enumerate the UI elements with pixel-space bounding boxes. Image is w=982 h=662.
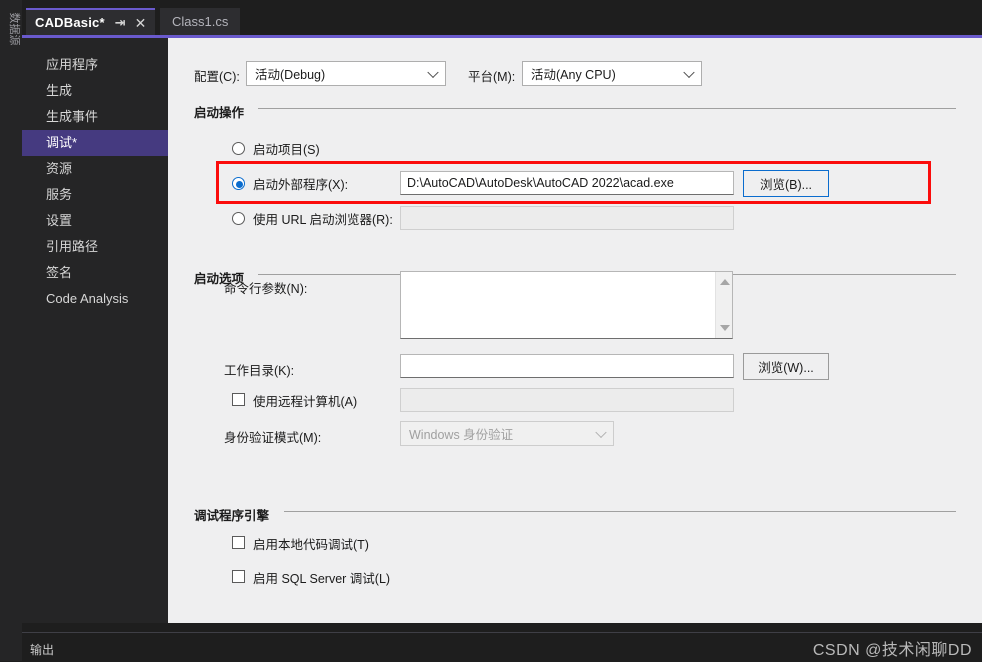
sidebar-item-application[interactable]: 应用程序: [22, 52, 168, 78]
sidebar-item-label: 服务: [46, 187, 73, 202]
tab-cadbasic-label: CADBasic*: [35, 15, 105, 30]
start-browser-url-radio[interactable]: [232, 212, 245, 225]
sidebar-item-label: 生成: [46, 83, 73, 98]
start-browser-url-label: 使用 URL 启动浏览器(R):: [253, 213, 393, 227]
data-sources-dock-label[interactable]: 数据源: [7, 1, 21, 57]
output-panel-label[interactable]: 输出: [30, 641, 54, 658]
output-panel: 输出 CSDN @技术闲聊DD: [22, 632, 982, 662]
command-args-textarea[interactable]: [400, 271, 733, 339]
project-properties-window: 应用程序 生成 生成事件 调试* 资源 服务 设置 引用路径 签名 Code A…: [22, 35, 982, 623]
chevron-down-icon: [683, 66, 695, 78]
bottom-left-dock-filler: [0, 632, 22, 661]
configuration-combobox-value: 活动(Debug): [255, 68, 326, 82]
configuration-label: 配置(C):: [194, 70, 240, 84]
sidebar-item-services[interactable]: 服务: [22, 182, 168, 208]
browse-working-directory-button[interactable]: 浏览(W)...: [743, 353, 829, 380]
pin-icon[interactable]: ⇥: [115, 16, 126, 29]
command-args-scrollbar[interactable]: [715, 272, 732, 338]
start-external-program-radio[interactable]: [232, 177, 245, 190]
configuration-row: 配置(C): 活动(Debug) 平台(M): 活动(Any CPU): [194, 61, 934, 87]
sidebar-item-build-events[interactable]: 生成事件: [22, 104, 168, 130]
sidebar-item-settings[interactable]: 设置: [22, 208, 168, 234]
sidebar-item-code-analysis[interactable]: Code Analysis: [22, 286, 168, 312]
sidebar-item-label: 签名: [46, 265, 73, 280]
sidebar-item-label: 资源: [46, 161, 73, 176]
enable-native-debugging-label: 启用本地代码调试(T): [253, 538, 369, 552]
auth-mode-combobox[interactable]: Windows 身份验证: [400, 421, 614, 446]
browse-external-program-button[interactable]: 浏览(B)...: [743, 170, 829, 197]
enable-sql-server-debugging-checkbox[interactable]: [232, 570, 245, 583]
browser-url-input[interactable]: [400, 206, 734, 230]
sidebar-item-label: 调试*: [46, 135, 78, 150]
external-program-path-value: D:\AutoCAD\AutoDesk\AutoCAD 2022\acad.ex…: [407, 176, 674, 190]
working-directory-input[interactable]: [400, 354, 734, 378]
external-program-path-input[interactable]: D:\AutoCAD\AutoDesk\AutoCAD 2022\acad.ex…: [400, 171, 734, 195]
browse-working-directory-label: 浏览(W)...: [758, 361, 814, 375]
sidebar-item-label: 设置: [46, 213, 73, 228]
remote-machine-input[interactable]: [400, 388, 734, 412]
vertical-dock-strip: 数据源: [0, 0, 22, 661]
chevron-down-icon: [595, 426, 607, 438]
start-action-group-title: 启动操作: [194, 106, 245, 120]
debugger-engines-group-title: 调试程序引擎: [194, 509, 270, 523]
enable-native-debugging-checkbox[interactable]: [232, 536, 245, 549]
scroll-down-icon[interactable]: [720, 325, 730, 331]
sidebar-item-reference-paths[interactable]: 引用路径: [22, 234, 168, 260]
start-external-program-label: 启动外部程序(X):: [253, 178, 349, 192]
sidebar-item-build[interactable]: 生成: [22, 78, 168, 104]
browse-external-program-label: 浏览(B)...: [759, 178, 813, 192]
close-icon[interactable]: ✕: [135, 16, 147, 30]
sidebar-item-label: Code Analysis: [46, 291, 129, 306]
platform-label: 平台(M):: [468, 70, 516, 84]
tab-class1-cs[interactable]: Class1.cs: [160, 8, 241, 35]
auth-mode-value: Windows 身份验证: [409, 428, 514, 442]
sidebar-item-resources[interactable]: 资源: [22, 156, 168, 182]
start-project-radio[interactable]: [232, 142, 245, 155]
working-directory-label: 工作目录(K):: [224, 364, 295, 378]
sidebar-item-label: 生成事件: [46, 109, 99, 124]
properties-nav-list: 应用程序 生成 生成事件 调试* 资源 服务 设置 引用路径 签名 Code A…: [22, 38, 177, 623]
use-remote-machine-checkbox[interactable]: [232, 393, 245, 406]
radio-selected-dot: [236, 181, 243, 188]
start-project-label: 启动项目(S): [253, 143, 320, 157]
editor-tab-strip: CADBasic* ⇥ ✕ Class1.cs: [22, 0, 982, 35]
debugger-engines-group-rule: [284, 511, 956, 512]
command-args-label: 命令行参数(N):: [224, 282, 308, 296]
scroll-up-icon[interactable]: [720, 279, 730, 285]
start-action-group-rule: [258, 108, 956, 109]
tab-cadbasic[interactable]: CADBasic* ⇥ ✕: [26, 8, 156, 35]
debug-settings-pane: 配置(C): 活动(Debug) 平台(M): 活动(Any CPU) 启动操作…: [168, 38, 982, 623]
sidebar-item-debug[interactable]: 调试*: [22, 130, 177, 156]
platform-combobox[interactable]: 活动(Any CPU): [522, 61, 702, 86]
sidebar-item-signing[interactable]: 签名: [22, 260, 168, 286]
auth-mode-label: 身份验证模式(M):: [224, 431, 322, 445]
sidebar-item-label: 引用路径: [46, 239, 99, 254]
use-remote-machine-label: 使用远程计算机(A): [253, 395, 358, 409]
csdn-watermark: CSDN @技术闲聊DD: [812, 642, 972, 659]
configuration-combobox[interactable]: 活动(Debug): [246, 61, 446, 86]
sidebar-item-label: 应用程序: [46, 57, 99, 72]
platform-combobox-value: 活动(Any CPU): [531, 68, 616, 82]
tab-class1-cs-label: Class1.cs: [172, 14, 229, 29]
enable-sql-server-debugging-label: 启用 SQL Server 调试(L): [253, 572, 391, 586]
chevron-down-icon: [427, 66, 439, 78]
